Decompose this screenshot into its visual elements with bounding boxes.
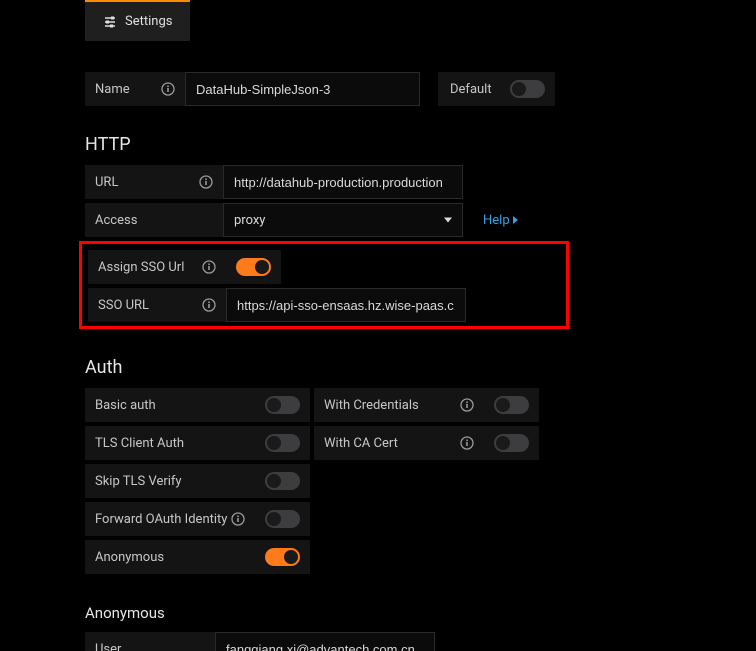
default-label: Default bbox=[438, 72, 500, 106]
name-label: Name bbox=[85, 72, 185, 106]
info-icon[interactable] bbox=[231, 512, 245, 526]
tls-client-auth-toggle[interactable] bbox=[255, 426, 310, 460]
anonymous-toggle[interactable] bbox=[255, 540, 310, 574]
sso-url-input[interactable] bbox=[226, 288, 466, 322]
tls-client-auth-label: TLS Client Auth bbox=[85, 426, 255, 460]
assign-sso-toggle[interactable] bbox=[226, 250, 281, 284]
user-input[interactable] bbox=[215, 632, 435, 651]
auth-section-title: Auth bbox=[85, 357, 756, 378]
info-icon[interactable] bbox=[202, 260, 216, 274]
sliders-icon bbox=[103, 15, 117, 29]
basic-auth-toggle[interactable] bbox=[255, 388, 310, 422]
name-input[interactable] bbox=[185, 72, 420, 106]
with-ca-cert-toggle[interactable] bbox=[484, 426, 539, 460]
highlight-box: Assign SSO Url SSO URL bbox=[79, 241, 569, 329]
info-icon[interactable] bbox=[460, 436, 474, 450]
url-input[interactable] bbox=[223, 165, 463, 199]
info-icon[interactable] bbox=[202, 298, 216, 312]
access-label: Access bbox=[85, 203, 223, 237]
anonymous-label: Anonymous bbox=[85, 540, 255, 574]
tab-settings-label: Settings bbox=[125, 14, 172, 29]
skip-tls-toggle[interactable] bbox=[255, 464, 310, 498]
sso-url-label: SSO URL bbox=[88, 288, 226, 322]
help-link[interactable]: Help bbox=[473, 203, 528, 237]
basic-auth-label: Basic auth bbox=[85, 388, 255, 422]
user-label: User bbox=[85, 632, 215, 651]
default-toggle[interactable] bbox=[500, 72, 555, 106]
http-section-title: HTTP bbox=[85, 134, 756, 155]
forward-oauth-label: Forward OAuth Identity bbox=[85, 502, 255, 536]
tab-settings[interactable]: Settings bbox=[85, 0, 190, 41]
anonymous-section-title: Anonymous bbox=[85, 604, 756, 622]
skip-tls-label: Skip TLS Verify bbox=[85, 464, 255, 498]
with-credentials-toggle[interactable] bbox=[484, 388, 539, 422]
info-icon[interactable] bbox=[199, 175, 213, 189]
chevron-down-icon bbox=[444, 218, 452, 223]
with-credentials-label: With Credentials bbox=[314, 388, 484, 422]
forward-oauth-toggle[interactable] bbox=[255, 502, 310, 536]
info-icon[interactable] bbox=[460, 398, 474, 412]
assign-sso-label: Assign SSO Url bbox=[88, 250, 226, 284]
info-icon[interactable] bbox=[161, 82, 175, 96]
with-ca-cert-label: With CA Cert bbox=[314, 426, 484, 460]
url-label: URL bbox=[85, 165, 223, 199]
access-select[interactable]: proxy bbox=[223, 203, 463, 237]
tabs: Settings bbox=[0, 0, 756, 42]
